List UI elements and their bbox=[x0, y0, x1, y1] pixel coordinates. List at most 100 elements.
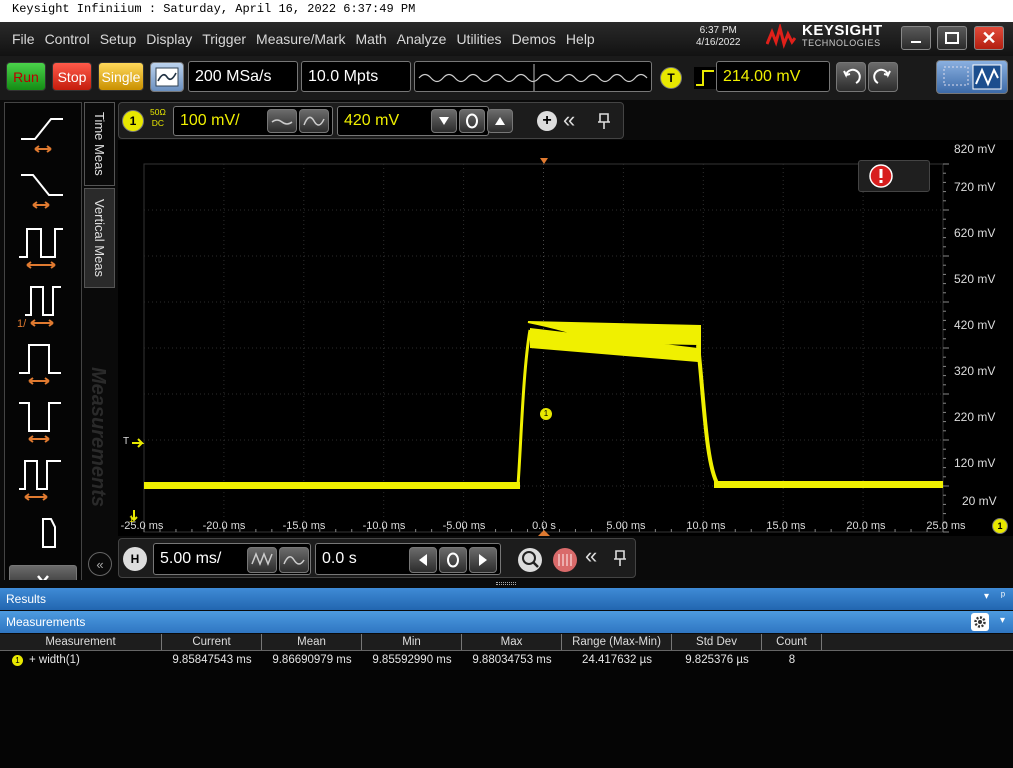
channel-1-badge[interactable]: 1 bbox=[122, 110, 144, 132]
menu-help[interactable]: Help bbox=[561, 31, 600, 47]
trigger-level-field[interactable]: 214.00 mV bbox=[716, 61, 830, 92]
column-std-dev[interactable]: Std Dev bbox=[672, 634, 762, 650]
cell-range: 24.417632 µs bbox=[582, 654, 652, 666]
menu-control[interactable]: Control bbox=[40, 31, 95, 47]
menu-setup[interactable]: Setup bbox=[95, 31, 142, 47]
column-max[interactable]: Max bbox=[462, 634, 562, 650]
pane-divider[interactable] bbox=[0, 580, 1013, 588]
menu-analyze[interactable]: Analyze bbox=[392, 31, 452, 47]
menu-display[interactable]: Display bbox=[141, 31, 197, 47]
time-scale-increase-button[interactable] bbox=[279, 547, 309, 573]
measurements-dropdown-icon[interactable]: ▾ bbox=[1000, 615, 1005, 626]
collapse-palette-button[interactable]: « bbox=[88, 552, 112, 576]
logo-line2: TECHNOLOGIES bbox=[802, 38, 881, 48]
collapse-horizontal-button[interactable]: « bbox=[585, 543, 597, 569]
offset-up-button[interactable] bbox=[487, 109, 513, 133]
negative-width-icon[interactable] bbox=[15, 397, 65, 447]
collapse-channel-button[interactable]: « bbox=[563, 107, 575, 133]
menu-math[interactable]: Math bbox=[351, 31, 392, 47]
period-icon[interactable] bbox=[15, 223, 65, 273]
column-min[interactable]: Min bbox=[362, 634, 462, 650]
y-label-820: 820 mV bbox=[954, 142, 996, 156]
column-mean[interactable]: Mean bbox=[262, 634, 362, 650]
rise-time-icon[interactable] bbox=[15, 109, 65, 159]
waveform-mode-icon bbox=[972, 64, 1002, 90]
x-label-10: 10.0 ms bbox=[686, 520, 726, 532]
memory-depth-field[interactable]: 10.0 Mpts bbox=[301, 61, 411, 92]
pin-icon[interactable] bbox=[613, 549, 627, 567]
horizontal-badge[interactable]: H bbox=[123, 547, 147, 571]
error-indicator[interactable] bbox=[858, 160, 930, 192]
trace-falling-edge bbox=[696, 344, 720, 487]
gated-zoom-icon[interactable] bbox=[552, 547, 578, 573]
expand-wave-icon bbox=[283, 556, 305, 565]
tab-time-meas[interactable]: Time Meas bbox=[84, 102, 115, 186]
scale-decrease-button[interactable] bbox=[267, 109, 297, 133]
fall-time-icon[interactable] bbox=[15, 165, 65, 215]
plus-icon: + bbox=[542, 112, 552, 129]
autoscale-button[interactable] bbox=[150, 62, 184, 92]
stop-button[interactable]: Stop bbox=[52, 62, 92, 91]
y-label-620: 620 mV bbox=[954, 226, 996, 240]
column-measurement[interactable]: Measurement bbox=[0, 634, 162, 650]
sample-rate-field[interactable]: 200 MSa/s bbox=[188, 61, 298, 92]
menu-trigger[interactable]: Trigger bbox=[197, 31, 251, 47]
position-left-button[interactable] bbox=[409, 547, 437, 573]
trigger-badge[interactable]: T bbox=[660, 67, 682, 89]
channel-coupling-mode: DC bbox=[151, 118, 165, 128]
offset-zero-button[interactable] bbox=[459, 109, 485, 133]
double-chevron-left-icon: « bbox=[585, 543, 598, 568]
menu-measure-mark[interactable]: Measure/Mark bbox=[251, 31, 350, 47]
redo-button[interactable] bbox=[868, 62, 898, 92]
x-label-25: 25.0 ms bbox=[926, 520, 966, 532]
measurements-settings-button[interactable] bbox=[971, 613, 989, 631]
rising-edge-icon[interactable] bbox=[694, 67, 716, 89]
positive-width-icon[interactable] bbox=[15, 339, 65, 389]
x-label-neg25: -25.0 ms bbox=[120, 520, 164, 532]
channel-ground-marker[interactable]: 1 bbox=[129, 514, 134, 524]
waveform-overview-icon bbox=[418, 64, 648, 91]
close-button[interactable]: ✕ bbox=[974, 26, 1004, 50]
restore-button[interactable] bbox=[937, 26, 967, 50]
frequency-icon[interactable]: 1/ bbox=[15, 281, 65, 331]
x-axis-channel-badge[interactable]: 1 bbox=[992, 518, 1008, 534]
scale-increase-button[interactable] bbox=[299, 109, 329, 133]
waveform-display[interactable]: 820 mV 720 mV 620 mV 520 mV 420 mV 320 m… bbox=[118, 140, 1013, 536]
results-dropdown-icon[interactable]: ▾ bbox=[984, 591, 989, 602]
touch-mode-button[interactable] bbox=[936, 60, 1008, 94]
single-button[interactable]: Single bbox=[98, 62, 144, 91]
column-current[interactable]: Current bbox=[162, 634, 262, 650]
column-range[interactable]: Range (Max-Min) bbox=[562, 634, 672, 650]
delta-time-icon[interactable] bbox=[15, 515, 65, 551]
column-count[interactable]: Count bbox=[762, 634, 822, 650]
compress-wave-icon bbox=[251, 552, 273, 567]
results-pin-icon[interactable]: ᵖ bbox=[1001, 590, 1005, 602]
close-icon: ✕ bbox=[981, 27, 997, 48]
logo-line1: KEYSIGHT bbox=[802, 22, 883, 39]
tab-vertical-meas[interactable]: Vertical Meas bbox=[84, 188, 115, 288]
undo-button[interactable] bbox=[836, 62, 866, 92]
channel-coupling[interactable]: 50Ω DC bbox=[150, 107, 166, 129]
offset-down-button[interactable] bbox=[431, 109, 457, 133]
waveform-overview[interactable] bbox=[414, 61, 652, 92]
menu-utilities[interactable]: Utilities bbox=[451, 31, 506, 47]
run-button[interactable]: Run bbox=[6, 62, 46, 91]
minimize-button[interactable] bbox=[901, 26, 931, 50]
add-channel-button[interactable]: + bbox=[537, 111, 557, 131]
time-scale-decrease-button[interactable] bbox=[247, 547, 277, 573]
pin-icon[interactable] bbox=[597, 112, 611, 130]
menu-demos[interactable]: Demos bbox=[507, 31, 561, 47]
trace-low-right bbox=[714, 481, 943, 488]
duty-cycle-icon[interactable] bbox=[15, 455, 65, 505]
divider-grip-icon[interactable] bbox=[496, 582, 516, 585]
trigger-level-marker[interactable]: T bbox=[123, 436, 129, 447]
zoom-icon[interactable] bbox=[517, 547, 543, 573]
table-row[interactable]: 1 + width(1) 9.85847543 ms 9.86690979 ms… bbox=[0, 651, 1013, 669]
menu-file[interactable]: File bbox=[0, 31, 40, 47]
window-caption: Keysight Infiniium : Saturday, April 16,… bbox=[0, 0, 1013, 22]
error-icon bbox=[869, 164, 893, 188]
position-right-button[interactable] bbox=[469, 547, 497, 573]
double-chevron-left-icon: « bbox=[563, 107, 576, 132]
position-zero-button[interactable] bbox=[439, 547, 467, 573]
channel-1-trace-marker[interactable]: 1 bbox=[540, 408, 552, 420]
